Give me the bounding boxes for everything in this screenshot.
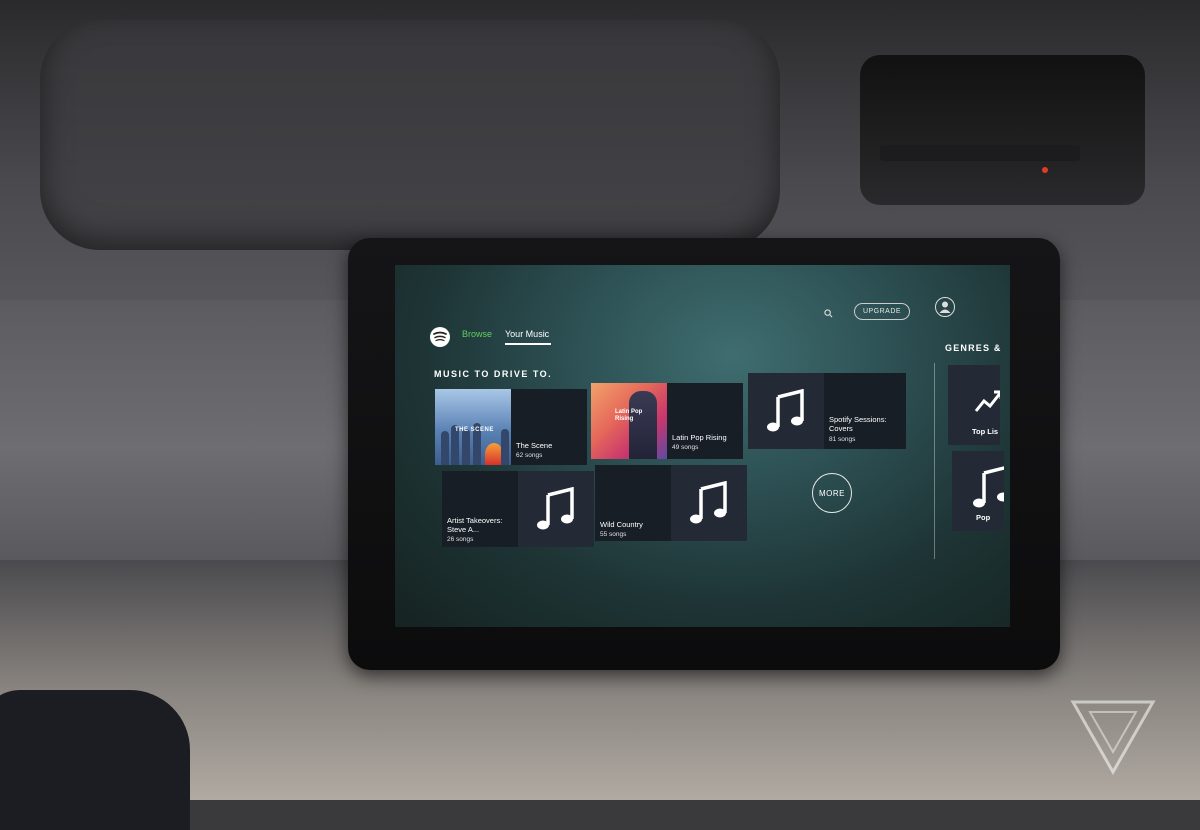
profile-button[interactable] xyxy=(935,297,955,317)
tab-your-music[interactable]: Your Music xyxy=(505,329,549,339)
playlist-artwork: Latin Pop Rising xyxy=(591,383,667,459)
artwork-label: Latin Pop Rising xyxy=(615,409,643,422)
overhead-console xyxy=(860,55,1145,205)
user-icon xyxy=(939,301,951,313)
playlist-card[interactable]: Latin Pop Rising Latin Pop Rising 49 son… xyxy=(591,383,743,459)
spotify-logo-icon[interactable] xyxy=(430,327,450,347)
playlist-song-count: 26 songs xyxy=(447,536,474,543)
spotify-screen: Browse Your Music UPGRADE MUSIC TO DRIVE… xyxy=(395,265,1010,627)
trending-chart-icon xyxy=(974,390,1000,412)
genre-name: Pop xyxy=(976,513,991,522)
playlist-info: Spotify Sessions: Covers 81 songs xyxy=(824,373,906,449)
artwork-label: THE SCENE xyxy=(455,427,494,433)
seat-headrest xyxy=(0,690,190,830)
music-note-icon xyxy=(973,466,1004,508)
active-tab-indicator xyxy=(505,343,551,345)
playlist-card[interactable]: Spotify Sessions: Covers 81 songs xyxy=(748,373,906,449)
playlist-artwork xyxy=(518,471,594,547)
music-note-icon xyxy=(537,487,574,530)
playlist-song-count: 62 songs xyxy=(516,452,543,459)
upgrade-button[interactable]: UPGRADE xyxy=(854,303,910,320)
playlist-info: Wild Country 55 songs xyxy=(595,465,671,541)
playlist-name: Artist Takeovers: Steve A... xyxy=(447,516,503,534)
playlist-card[interactable]: Wild Country 55 songs xyxy=(595,465,747,541)
playlist-name: The Scene xyxy=(516,441,553,450)
playlist-name: Spotify Sessions: Covers xyxy=(829,415,887,433)
playlist-song-count: 81 songs xyxy=(829,436,856,443)
tab-browse[interactable]: Browse xyxy=(462,329,492,339)
genre-tile[interactable]: Pop xyxy=(952,451,1004,531)
playlist-artwork: THE SCENE xyxy=(435,389,511,465)
playlist-song-count: 49 songs xyxy=(672,444,699,451)
playlist-name: Wild Country xyxy=(600,520,643,529)
genre-name: Top Lis xyxy=(972,427,999,436)
section-title: MUSIC TO DRIVE TO. xyxy=(434,369,553,379)
playlist-info: Artist Takeovers: Steve A... 26 songs xyxy=(442,471,518,547)
search-icon[interactable] xyxy=(824,309,833,318)
playlist-artwork xyxy=(748,373,824,449)
headliner-panel xyxy=(40,20,780,250)
music-note-icon xyxy=(767,389,804,432)
playlist-info: Latin Pop Rising 49 songs xyxy=(667,383,743,459)
playlist-name: Latin Pop Rising xyxy=(672,433,727,442)
console-strip xyxy=(880,145,1080,161)
playlist-info: The Scene 62 songs xyxy=(511,389,587,465)
verge-logo-icon xyxy=(1070,700,1156,776)
playlist-song-count: 55 songs xyxy=(600,531,627,538)
more-button[interactable]: MORE xyxy=(812,473,852,513)
playlist-card[interactable]: THE SCENE The Scene 62 songs xyxy=(435,389,587,465)
genre-tile[interactable]: Top Lis xyxy=(948,365,1000,445)
playlist-card[interactable]: Artist Takeovers: Steve A... 26 songs xyxy=(442,471,594,547)
section-divider xyxy=(934,363,935,559)
playlist-artwork xyxy=(671,465,747,541)
console-led xyxy=(1042,167,1048,173)
genres-title: GENRES & xyxy=(945,343,1002,353)
music-note-icon xyxy=(690,481,727,524)
